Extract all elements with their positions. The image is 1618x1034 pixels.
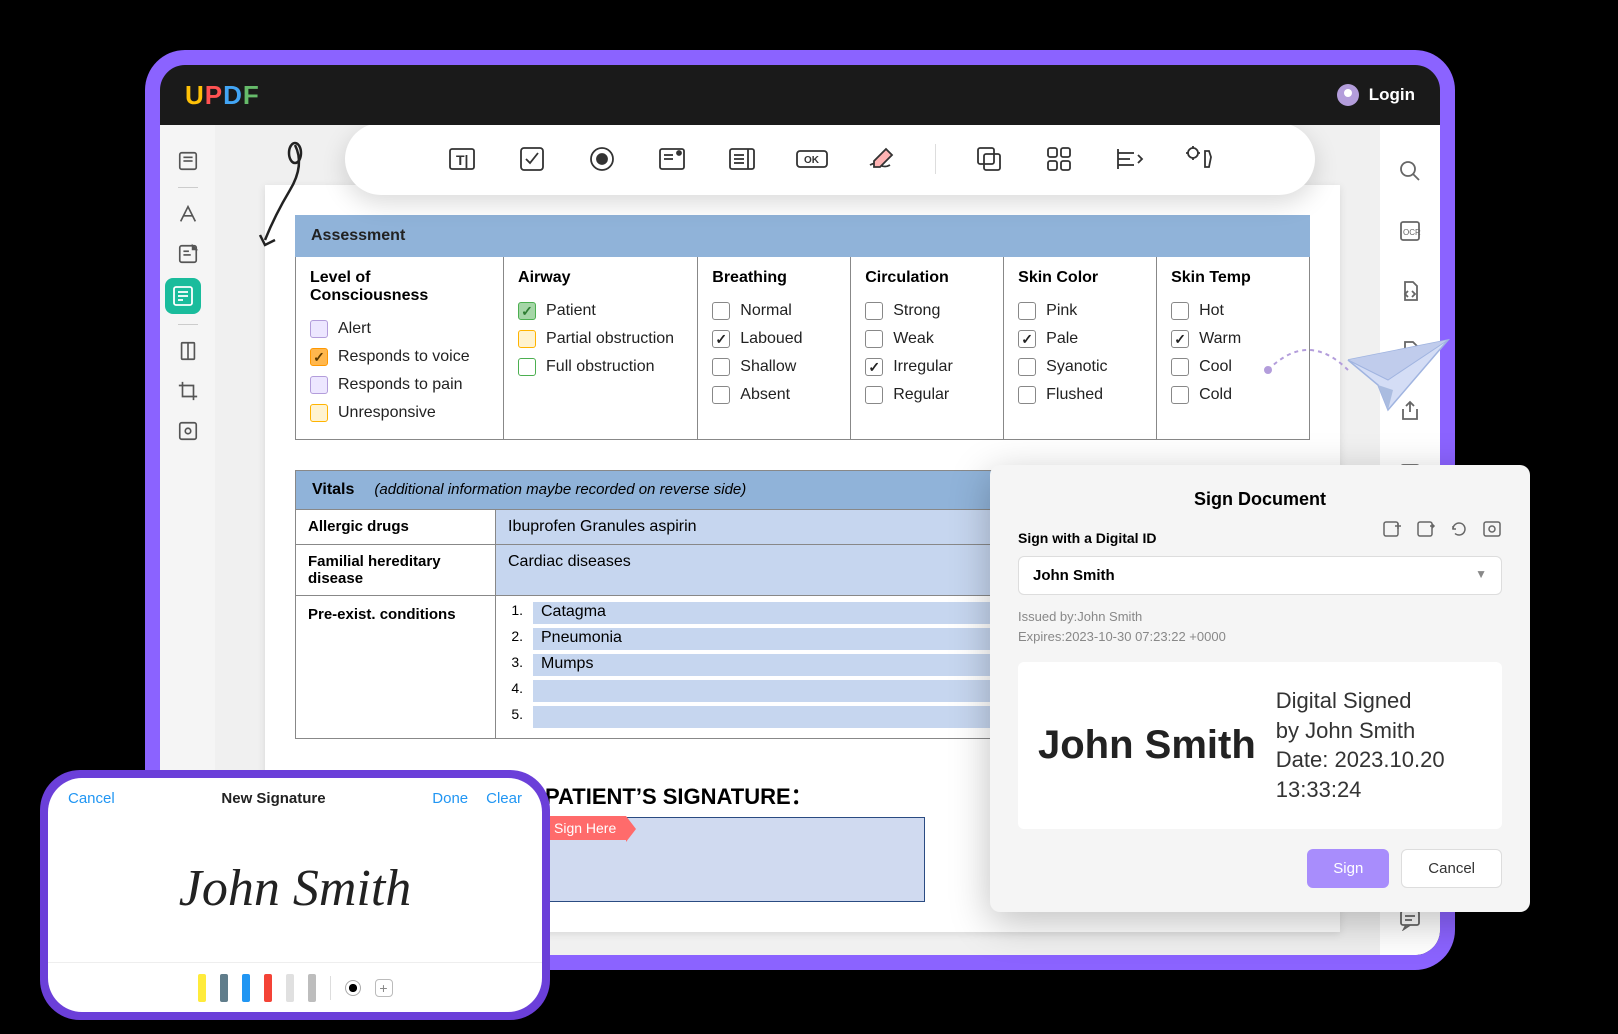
pen-tray: + — [48, 962, 542, 1012]
sidebar-highlight-icon[interactable] — [172, 198, 204, 230]
phone-done-button[interactable]: Done — [432, 790, 468, 807]
preview-name: John Smith — [1038, 723, 1256, 768]
login-button[interactable]: Login — [1337, 84, 1415, 106]
checkbox[interactable] — [865, 330, 883, 348]
col-title-skintemp: Skin Temp — [1171, 269, 1295, 287]
button-tool-icon[interactable]: OK — [795, 142, 829, 176]
checkbox[interactable] — [310, 320, 328, 338]
phone-mockup: Cancel New Signature Done Clear John Smi… — [40, 770, 550, 1020]
checkbox[interactable] — [518, 358, 536, 376]
col-title-loc: Level of Consciousness — [310, 269, 489, 305]
checkbox[interactable] — [310, 348, 328, 366]
checkbox[interactable] — [1171, 302, 1189, 320]
checkbox[interactable] — [1018, 302, 1036, 320]
pen-blue[interactable] — [242, 974, 250, 1002]
copy-tool-icon[interactable] — [972, 142, 1006, 176]
checkbox[interactable] — [1171, 386, 1189, 404]
svg-text:OCR: OCR — [1403, 228, 1421, 237]
refresh-icon[interactable] — [1450, 520, 1468, 538]
pen-red[interactable] — [264, 974, 272, 1002]
chevron-down-icon: ▼ — [1475, 567, 1487, 584]
add-pen-icon[interactable]: + — [375, 979, 393, 997]
grid-tool-icon[interactable] — [1042, 142, 1076, 176]
sidebar-thumbnails-icon[interactable] — [172, 145, 204, 177]
assessment-table: Level of Consciousness Alert Responds to… — [295, 257, 1310, 440]
convert-icon[interactable] — [1394, 275, 1426, 307]
phone-header: Cancel New Signature Done Clear — [48, 778, 542, 815]
pen-pencil[interactable] — [308, 974, 316, 1002]
checkbox[interactable] — [1171, 358, 1189, 376]
app-top-bar: UPDF Login — [160, 65, 1440, 125]
checkbox[interactable] — [518, 302, 536, 320]
preview-details: Digital Signed by John Smith Date: 2023.… — [1276, 686, 1445, 805]
issued-by-text: Issued by:John Smith — [1018, 607, 1502, 627]
listbox-tool-icon[interactable] — [725, 142, 759, 176]
checkbox[interactable] — [865, 358, 883, 376]
sidebar-crop-icon[interactable] — [172, 375, 204, 407]
sign-button[interactable]: Sign — [1307, 849, 1389, 888]
sidebar-pages-icon[interactable] — [172, 335, 204, 367]
expires-text: Expires:2023-10-30 07:23:22 +0000 — [1018, 627, 1502, 647]
sidebar-tools-icon[interactable] — [172, 415, 204, 447]
form-settings-tool-icon[interactable] — [1182, 142, 1216, 176]
pen-yellow[interactable] — [198, 974, 206, 1002]
textfield-tool-icon[interactable]: T| — [445, 142, 479, 176]
col-title-airway: Airway — [518, 269, 683, 287]
radio-tool-icon[interactable] — [585, 142, 619, 176]
checkbox[interactable] — [1018, 330, 1036, 348]
protect-icon[interactable] — [1394, 335, 1426, 367]
checkbox[interactable] — [518, 330, 536, 348]
col-title-circ: Circulation — [865, 269, 989, 287]
phone-signature-canvas[interactable]: John Smith — [48, 815, 542, 962]
svg-text:OK: OK — [804, 155, 820, 166]
checkbox[interactable] — [1171, 330, 1189, 348]
dialog-title: Sign Document — [1018, 489, 1502, 510]
signature-preview: John Smith Digital Signed by John Smith … — [1018, 662, 1502, 829]
phone-cancel-button[interactable]: Cancel — [68, 790, 115, 807]
sign-document-dialog: Sign Document Sign with a Digital ID Joh… — [990, 465, 1530, 912]
form-toolbar: T| OK — [345, 125, 1315, 195]
col-title-breathing: Breathing — [712, 269, 836, 287]
sign-here-tag: Sign Here — [544, 816, 626, 840]
new-id-icon[interactable] — [1382, 520, 1402, 538]
checkbox[interactable] — [712, 302, 730, 320]
share-icon[interactable] — [1394, 395, 1426, 427]
pen-gray[interactable] — [220, 974, 228, 1002]
digital-id-select[interactable]: John Smith ▼ — [1018, 556, 1502, 595]
sidebar-comment-icon[interactable] — [172, 238, 204, 270]
cancel-button[interactable]: Cancel — [1401, 849, 1502, 888]
checkbox[interactable] — [712, 358, 730, 376]
phone-clear-button[interactable]: Clear — [486, 790, 522, 807]
checkbox[interactable] — [1018, 386, 1036, 404]
checkbox[interactable] — [310, 404, 328, 422]
app-logo: UPDF — [185, 80, 260, 111]
sidebar-form-icon[interactable] — [165, 278, 201, 314]
assessment-header: Assessment — [295, 215, 1310, 257]
appearance-icon[interactable] — [1482, 520, 1502, 538]
checkbox[interactable] — [712, 330, 730, 348]
svg-text:T|: T| — [456, 152, 468, 168]
checkbox[interactable] — [865, 302, 883, 320]
phone-title: New Signature — [221, 790, 325, 807]
import-id-icon[interactable] — [1416, 520, 1436, 538]
color-picker-icon[interactable] — [345, 980, 361, 996]
checkbox[interactable] — [1018, 358, 1036, 376]
pen-eraser[interactable] — [286, 974, 294, 1002]
avatar-icon — [1337, 84, 1359, 106]
col-title-skincolor: Skin Color — [1018, 269, 1142, 287]
dialog-toolbar — [1382, 520, 1502, 538]
login-label: Login — [1369, 85, 1415, 105]
search-icon[interactable] — [1394, 155, 1426, 187]
checkbox[interactable] — [712, 386, 730, 404]
signature-field[interactable]: Sign Here — [545, 817, 925, 902]
align-tool-icon[interactable] — [1112, 142, 1146, 176]
checkbox-tool-icon[interactable] — [515, 142, 549, 176]
checkbox[interactable] — [310, 376, 328, 394]
signature-tool-icon[interactable] — [865, 142, 899, 176]
dropdown-tool-icon[interactable] — [655, 142, 689, 176]
ocr-icon[interactable]: OCR — [1394, 215, 1426, 247]
checkbox[interactable] — [865, 386, 883, 404]
